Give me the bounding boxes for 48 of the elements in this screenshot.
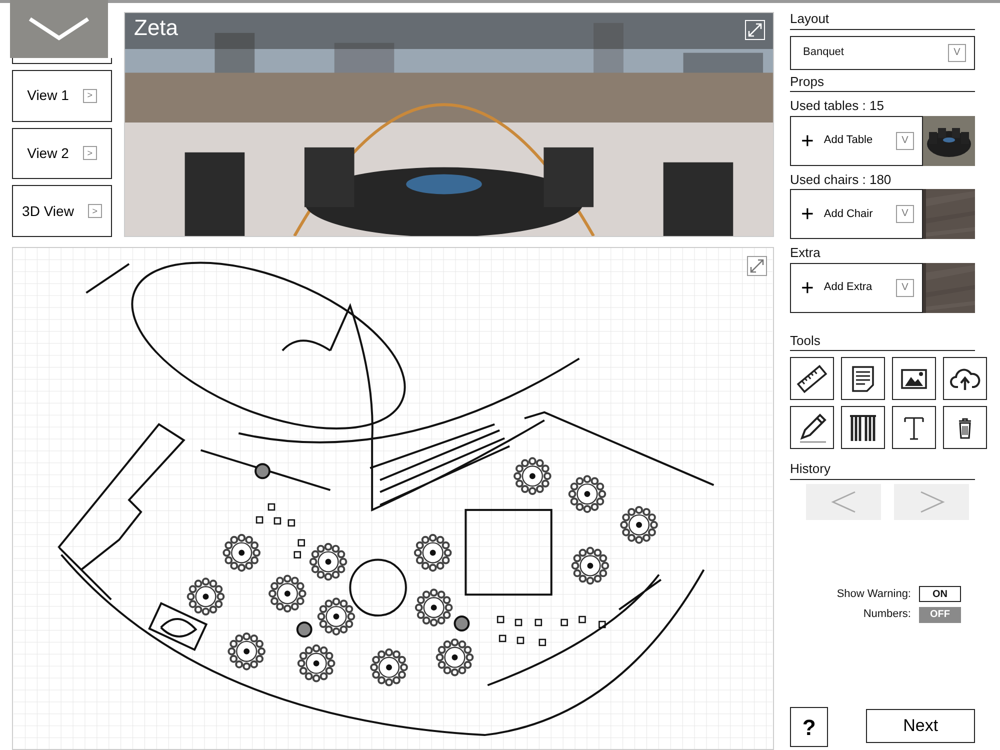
tool-button[interactable] <box>841 357 885 400</box>
section-heading: Props <box>790 74 975 92</box>
view-button[interactable]: View 2 > <box>12 128 112 180</box>
add-label: Add Chair <box>824 206 874 222</box>
view-button[interactable]: 3D View > <box>12 185 112 237</box>
help-button[interactable]: ? <box>790 707 828 747</box>
tool-button[interactable] <box>790 357 834 400</box>
add-button[interactable]: + Add Extra V <box>790 262 923 313</box>
tool-button[interactable] <box>841 406 885 450</box>
add-label: Add Extra <box>824 280 874 296</box>
caret-icon: V <box>896 205 914 224</box>
view-button[interactable]: View 1 > <box>12 70 112 122</box>
tool-button[interactable] <box>790 406 834 450</box>
next-button[interactable]: Next <box>866 709 975 743</box>
caret-icon: V <box>896 278 914 297</box>
plus-icon: + <box>801 130 814 152</box>
chevron-down-icon <box>28 16 90 42</box>
tool-button[interactable] <box>892 406 936 450</box>
section-heading: Layout <box>790 11 975 30</box>
view-button[interactable] <box>12 58 112 64</box>
toggle-label: Numbers: <box>863 607 911 622</box>
view-label: 3D View <box>22 202 74 221</box>
add-button[interactable]: + Add Table V <box>790 116 923 166</box>
section-heading: History <box>790 461 975 480</box>
toggle-switch[interactable]: ON <box>919 586 961 602</box>
plus-icon: + <box>801 276 814 299</box>
layout-dropdown[interactable]: Banquet V <box>790 36 975 70</box>
add-button[interactable]: + Add Chair V <box>790 189 923 240</box>
caret-icon: V <box>948 44 966 62</box>
view-label: View 1 <box>27 86 69 106</box>
tool-button[interactable] <box>943 357 987 400</box>
tool-button[interactable] <box>892 357 936 400</box>
section-heading: Tools <box>790 332 975 352</box>
expand-icon[interactable] <box>747 256 767 276</box>
add-label: Add Table <box>824 133 874 148</box>
plus-icon: + <box>801 203 814 226</box>
ruler-icon <box>796 362 828 395</box>
tool-button[interactable] <box>943 406 987 450</box>
caret-icon: V <box>896 132 914 150</box>
prop-label: Used chairs : 180 <box>790 170 892 189</box>
prop-label: Extra <box>790 244 822 262</box>
view-label: View 2 <box>27 144 69 163</box>
preview-title: Zeta <box>125 13 773 49</box>
dropdown-value: Banquet <box>803 45 844 60</box>
chevron-right-icon <box>918 488 944 515</box>
chevron-left-icon <box>830 488 856 515</box>
toggle-label: Show Warning: <box>836 586 911 602</box>
prop-label: Used tables : 15 <box>790 97 885 116</box>
